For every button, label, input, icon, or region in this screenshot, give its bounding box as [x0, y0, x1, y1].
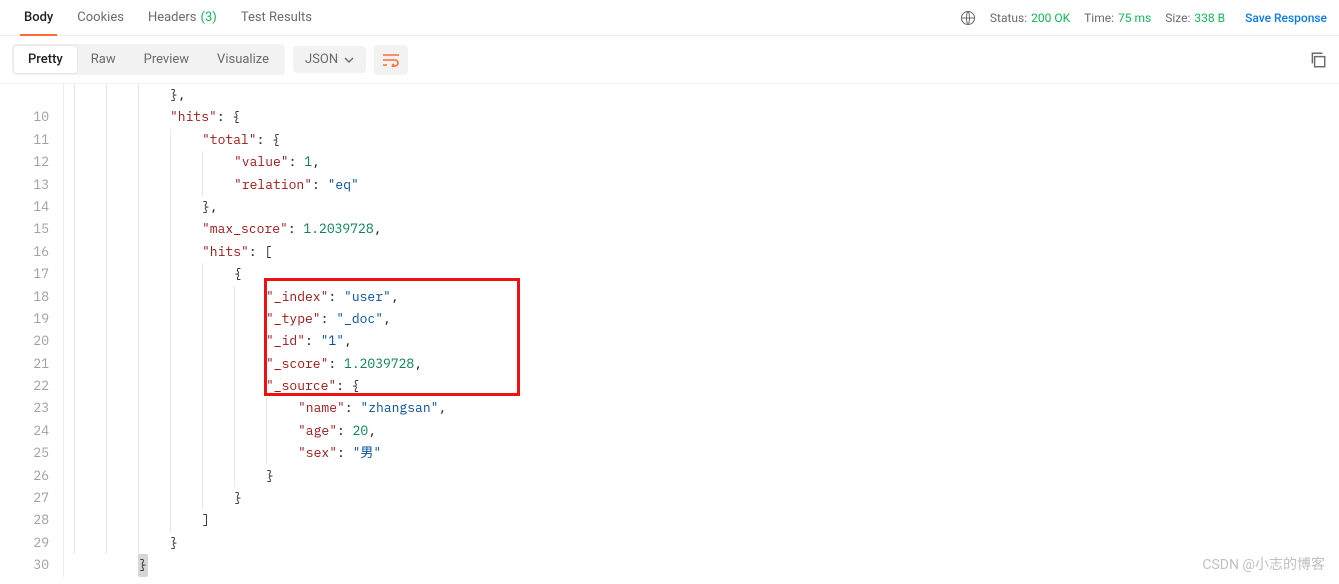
code-token: "relation" [234, 174, 312, 196]
line-number: 29 [0, 532, 49, 554]
view-mode-group: Pretty Raw Preview Visualize [12, 44, 285, 75]
code-token: 1 [304, 151, 312, 173]
status-area: Status: 200 OK Time: 75 ms Size: 338 B S… [960, 10, 1327, 26]
response-tabs-bar: Body Cookies Headers (3) Test Results St… [0, 0, 1339, 36]
toolbar-left: Pretty Raw Preview Visualize JSON [12, 44, 408, 75]
code-token: "eq" [328, 174, 359, 196]
code-token: "name" [298, 397, 345, 419]
code-token: 1.2039728 [303, 218, 373, 240]
globe-icon[interactable] [960, 10, 976, 26]
code-token: "hits" [202, 241, 249, 263]
size-value: 338 B [1194, 11, 1225, 25]
tab-headers-count: (3) [201, 10, 217, 25]
format-label: JSON [305, 52, 338, 67]
line-number: 16 [0, 241, 49, 263]
status-label: Status: [990, 11, 1027, 25]
time-value: 75 ms [1118, 11, 1151, 25]
line-number: 12 [0, 151, 49, 173]
line-number: 30 [0, 554, 49, 576]
wrap-lines-button[interactable] [374, 45, 408, 75]
save-response-button[interactable]: Save Response [1245, 11, 1327, 25]
line-number-gutter: 1011121314151617181920212223242526272829… [0, 84, 64, 577]
code-token: "_score" [266, 353, 328, 375]
line-number: 18 [0, 286, 49, 308]
line-number: 10 [0, 106, 49, 128]
line-number: 26 [0, 465, 49, 487]
tabs-left: Body Cookies Headers (3) Test Results [12, 0, 324, 35]
line-number: 13 [0, 174, 49, 196]
code-content[interactable]: }, "hits": { "total": { "value": 1, "rel… [64, 84, 1339, 577]
line-number: 20 [0, 330, 49, 352]
code-token: "sex" [298, 442, 337, 464]
tab-test-results[interactable]: Test Results [229, 0, 324, 35]
view-visualize-button[interactable]: Visualize [203, 46, 283, 73]
code-token: "_index" [266, 286, 328, 308]
code-token: }, [170, 84, 186, 106]
view-raw-button[interactable]: Raw [77, 46, 130, 73]
line-number: 22 [0, 375, 49, 397]
line-number: 17 [0, 263, 49, 285]
code-token: "max_score" [202, 218, 288, 240]
line-number: 24 [0, 420, 49, 442]
code-token: "user" [344, 286, 391, 308]
code-token: "_source" [266, 375, 336, 397]
view-pretty-button[interactable]: Pretty [14, 46, 77, 73]
status-time: Time: 75 ms [1084, 11, 1151, 25]
code-token: "total" [202, 129, 257, 151]
wrap-icon [382, 53, 400, 67]
time-label: Time: [1084, 11, 1114, 25]
line-number: 27 [0, 487, 49, 509]
code-token: "hits" [170, 106, 217, 128]
line-number: 23 [0, 397, 49, 419]
status-code: Status: 200 OK [990, 11, 1070, 25]
response-toolbar: Pretty Raw Preview Visualize JSON [0, 36, 1339, 84]
code-token: 1.2039728 [344, 353, 414, 375]
tab-body[interactable]: Body [12, 0, 65, 35]
line-number: 28 [0, 509, 49, 531]
line-number: 15 [0, 218, 49, 240]
format-select[interactable]: JSON [293, 46, 366, 73]
code-token: "value" [234, 151, 289, 173]
tab-headers[interactable]: Headers (3) [136, 0, 229, 35]
code-token: "_type" [266, 308, 321, 330]
size-label: Size: [1165, 11, 1190, 25]
line-number: 14 [0, 196, 49, 218]
chevron-down-icon [344, 55, 354, 65]
line-number: 11 [0, 129, 49, 151]
line-number: 21 [0, 353, 49, 375]
code-token: 20 [353, 420, 369, 442]
code-token: "_doc" [336, 308, 383, 330]
copy-button[interactable] [1309, 51, 1327, 69]
code-token: "1" [321, 330, 344, 352]
code-area: 1011121314151617181920212223242526272829… [0, 84, 1339, 577]
tab-cookies[interactable]: Cookies [65, 0, 136, 35]
code-token: "age" [298, 420, 337, 442]
code-token: "_id" [266, 330, 305, 352]
line-number: 25 [0, 442, 49, 464]
code-token: "zhangsan" [360, 397, 438, 419]
status-value: 200 OK [1031, 11, 1070, 25]
code-token: "男" [353, 442, 382, 464]
line-number: 19 [0, 308, 49, 330]
status-size: Size: 338 B [1165, 11, 1225, 25]
tab-headers-label: Headers [148, 10, 197, 25]
view-preview-button[interactable]: Preview [130, 46, 203, 73]
